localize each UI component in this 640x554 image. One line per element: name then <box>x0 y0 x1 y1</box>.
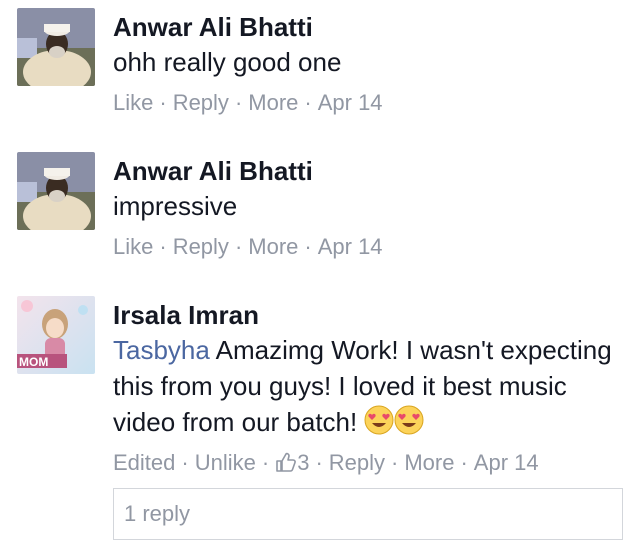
mention-link[interactable]: Tasbyha <box>113 335 210 365</box>
separator: · <box>159 90 167 115</box>
reply-link[interactable]: Reply <box>173 234 229 259</box>
avatar[interactable] <box>17 8 95 86</box>
comment-actions: Edited · Unlike · 3 · Reply · More · Apr 14 <box>113 448 624 478</box>
reply-link[interactable]: Reply <box>329 450 385 475</box>
view-replies-button[interactable]: 1 reply <box>113 488 623 540</box>
timestamp[interactable]: Apr 14 <box>318 234 383 259</box>
like-link[interactable]: Like <box>113 234 153 259</box>
avatar[interactable] <box>17 152 95 230</box>
separator: · <box>304 90 312 115</box>
separator: · <box>261 450 270 475</box>
separator: · <box>234 90 243 115</box>
timestamp[interactable]: Apr 14 <box>474 450 539 475</box>
thumbs-up-icon <box>276 452 297 472</box>
comment-author[interactable]: Anwar Ali Bhatti <box>113 156 624 186</box>
timestamp[interactable]: Apr 14 <box>318 90 383 115</box>
comment-author[interactable]: Anwar Ali Bhatti <box>113 12 624 42</box>
comment-text: ohh really good one <box>113 47 342 77</box>
like-count-value: 3 <box>297 450 310 475</box>
more-link[interactable]: More <box>248 234 298 259</box>
heart-eyes-emoji <box>364 405 424 437</box>
more-link[interactable]: More <box>404 450 454 475</box>
comment-actions: Like · Reply · More · Apr 14 <box>113 232 624 262</box>
like-count[interactable]: 3 <box>275 450 309 475</box>
comment-actions: Like · Reply · More · Apr 14 <box>113 88 624 118</box>
separator: · <box>315 450 323 475</box>
separator: · <box>159 234 167 259</box>
reply-link[interactable]: Reply <box>173 90 229 115</box>
separator: · <box>234 234 243 259</box>
unlike-link[interactable]: Unlike <box>195 450 256 475</box>
like-link[interactable]: Like <box>113 90 153 115</box>
separator: · <box>181 450 189 475</box>
edited-link[interactable]: Edited <box>113 450 175 475</box>
comment-text: impressive <box>113 191 238 221</box>
comment-text: Tasbyha Amazimg Work! I wasn't expecting… <box>113 332 624 440</box>
avatar-overlay-text: MOM <box>19 355 48 369</box>
separator: · <box>304 234 312 259</box>
avatar[interactable]: MOM <box>17 296 95 374</box>
separator: · <box>391 450 399 475</box>
comment-author[interactable]: Irsala Imran <box>113 300 624 330</box>
separator: · <box>460 450 468 475</box>
more-link[interactable]: More <box>248 90 298 115</box>
